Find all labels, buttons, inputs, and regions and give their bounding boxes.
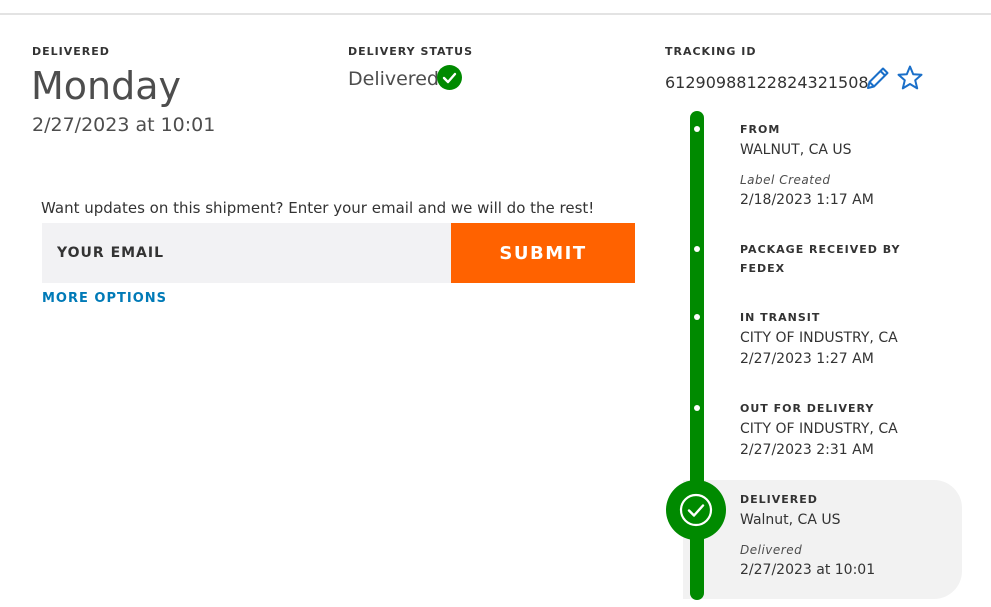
pencil-icon[interactable]	[864, 64, 892, 92]
event-in-transit-time: 2/27/2023 1:27 AM	[740, 351, 874, 367]
delivery-day: Monday	[31, 64, 182, 108]
delivery-status-value: Delivered	[348, 68, 439, 90]
star-icon[interactable]	[896, 64, 924, 92]
event-out-for-delivery-title: OUT FOR DELIVERY	[740, 402, 875, 415]
event-from-time: 2/18/2023 1:17 AM	[740, 192, 874, 208]
email-field[interactable]	[42, 223, 451, 283]
delivery-datetime: 2/27/2023 at 10:01	[32, 114, 216, 136]
more-options-link[interactable]: MORE OPTIONS	[42, 291, 167, 306]
event-out-for-delivery-location: CITY OF INDUSTRY, CA	[740, 421, 898, 437]
email-updates-prompt: Want updates on this shipment? Enter you…	[41, 199, 595, 217]
event-from-note: Label Created	[740, 173, 831, 187]
check-circle-icon	[437, 65, 462, 90]
event-received-title-line2: FEDEX	[740, 262, 786, 275]
event-in-transit-location: CITY OF INDUSTRY, CA	[740, 330, 898, 346]
timeline-dot	[694, 246, 700, 252]
tracking-number: 61290988122824321508	[665, 73, 869, 92]
event-delivered-location: Walnut, CA US	[740, 512, 841, 528]
tracking-id-label: TRACKING ID	[665, 45, 757, 58]
event-out-for-delivery-time: 2/27/2023 2:31 AM	[740, 442, 874, 458]
top-divider	[0, 13, 991, 15]
event-delivered-time: 2/27/2023 at 10:01	[740, 562, 876, 578]
event-delivered-note: Delivered	[740, 543, 803, 557]
delivery-status-label: DELIVERY STATUS	[348, 45, 474, 58]
event-in-transit-title: IN TRANSIT	[740, 311, 821, 324]
timeline-dot	[694, 405, 700, 411]
submit-button[interactable]: SUBMIT	[451, 223, 635, 283]
event-from-title: FROM	[740, 123, 781, 136]
delivered-check-icon	[666, 480, 726, 540]
timeline-dot	[694, 126, 700, 132]
event-delivered-title: DELIVERED	[740, 493, 818, 506]
event-from-location: WALNUT, CA US	[740, 142, 852, 158]
event-received-title: PACKAGE RECEIVED BY	[740, 243, 901, 256]
delivered-label: DELIVERED	[32, 45, 110, 58]
timeline-dot	[694, 314, 700, 320]
